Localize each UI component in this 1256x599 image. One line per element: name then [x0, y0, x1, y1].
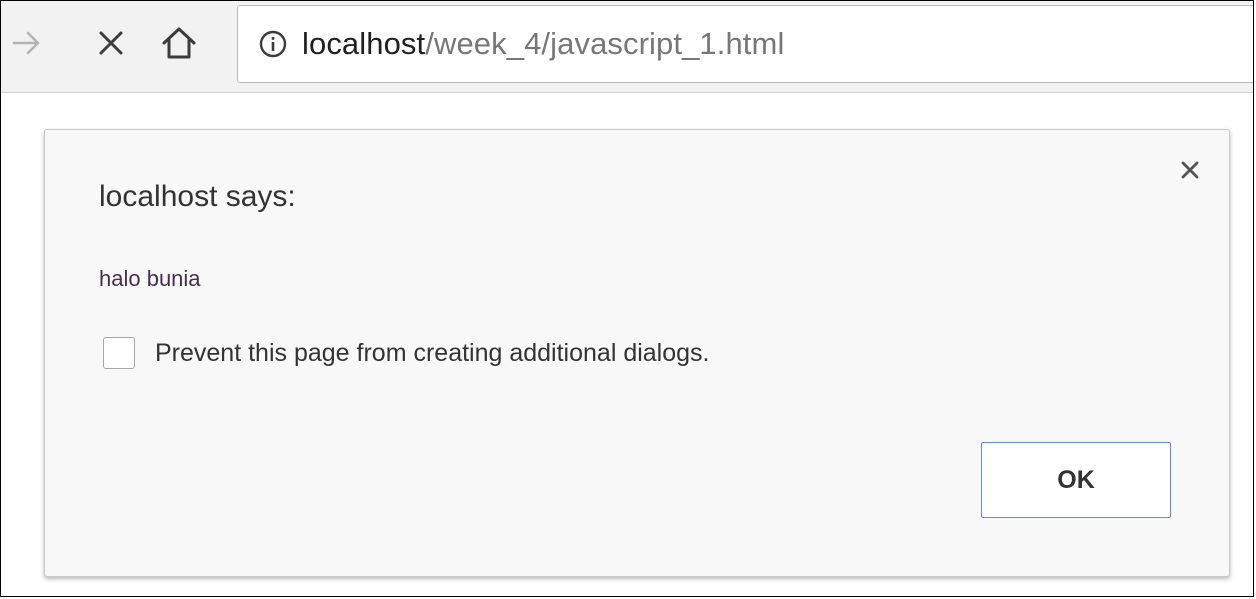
- alert-dialog: localhost says: halo bunia Prevent this …: [44, 129, 1230, 577]
- url-host: localhost: [302, 26, 426, 61]
- forward-button[interactable]: [9, 21, 45, 65]
- close-icon: [1181, 161, 1199, 179]
- home-icon: [162, 27, 196, 59]
- stop-button[interactable]: [91, 21, 131, 65]
- prevent-dialogs-row[interactable]: Prevent this page from creating addition…: [103, 335, 710, 371]
- dialog-close-button[interactable]: [1176, 156, 1204, 184]
- prevent-dialogs-checkbox[interactable]: [103, 337, 135, 369]
- close-icon: [99, 31, 123, 55]
- dialog-title: localhost says:: [99, 180, 296, 213]
- dialog-message: halo bunia: [99, 266, 201, 291]
- address-bar[interactable]: localhost/week_4/javascript_1.html: [237, 5, 1253, 83]
- prevent-dialogs-label[interactable]: Prevent this page from creating addition…: [155, 339, 710, 368]
- url-path: /week_4/javascript_1.html: [425, 26, 785, 61]
- info-icon[interactable]: [258, 29, 288, 59]
- ok-button[interactable]: OK: [981, 442, 1171, 518]
- browser-toolbar: localhost/week_4/javascript_1.html: [1, 1, 1253, 93]
- forward-arrow-icon: [12, 31, 40, 55]
- browser-window: localhost/week_4/javascript_1.html local…: [0, 0, 1254, 597]
- url-text: localhost/week_4/javascript_1.html: [302, 26, 784, 62]
- home-button[interactable]: [159, 21, 199, 65]
